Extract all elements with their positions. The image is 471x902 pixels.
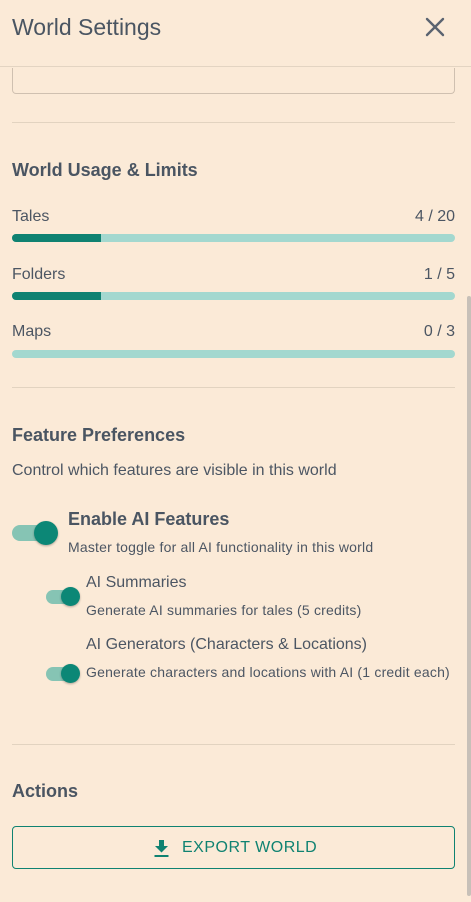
enable-ai-title: Enable AI Features xyxy=(68,509,230,529)
ai-generators-toggle[interactable] xyxy=(46,664,82,684)
usage-bar-maps xyxy=(12,350,455,358)
scrollbar[interactable] xyxy=(467,296,471,896)
ai-summaries-toggle[interactable] xyxy=(46,587,82,607)
usage-label-folders: Folders xyxy=(12,266,66,283)
divider xyxy=(12,744,455,745)
close-button[interactable] xyxy=(422,14,448,40)
usage-bar-tales xyxy=(12,234,455,242)
actions-section-title: Actions xyxy=(12,781,79,801)
usage-label-maps: Maps xyxy=(12,323,52,340)
dialog-title: World Settings xyxy=(12,14,162,40)
usage-value-tales: 4 / 20 xyxy=(414,208,455,225)
toggle-knob xyxy=(61,587,80,606)
export-world-button[interactable]: EXPORT WORLD xyxy=(12,826,455,869)
enable-ai-description: Master toggle for all AI functionality i… xyxy=(68,539,374,555)
close-icon xyxy=(425,17,445,37)
usage-label-tales: Tales xyxy=(12,208,50,225)
dialog-header: World Settings xyxy=(0,0,471,67)
toggle-knob xyxy=(34,521,58,545)
usage-bar-fill-folders xyxy=(12,292,101,300)
ai-generators-description: Generate characters and locations with A… xyxy=(86,664,450,680)
enable-ai-toggle[interactable] xyxy=(12,521,58,547)
toggle-knob xyxy=(61,664,80,683)
divider xyxy=(12,387,455,388)
usage-section-title: World Usage & Limits xyxy=(12,160,198,180)
divider xyxy=(12,122,455,123)
download-icon xyxy=(154,839,169,857)
usage-bar-fill-tales xyxy=(12,234,101,242)
features-section-title: Feature Preferences xyxy=(12,425,186,445)
ai-generators-title: AI Generators (Characters & Locations) xyxy=(86,636,368,653)
ai-summaries-title: AI Summaries xyxy=(86,574,187,591)
usage-bar-folders xyxy=(12,292,455,300)
ai-summaries-description: Generate AI summaries for tales (5 credi… xyxy=(86,602,362,618)
usage-value-folders: 1 / 5 xyxy=(423,266,455,283)
field-remnant xyxy=(12,68,455,94)
export-world-label: EXPORT WORLD xyxy=(182,839,318,856)
usage-value-maps: 0 / 3 xyxy=(423,323,455,340)
features-description: Control which features are visible in th… xyxy=(12,462,337,479)
